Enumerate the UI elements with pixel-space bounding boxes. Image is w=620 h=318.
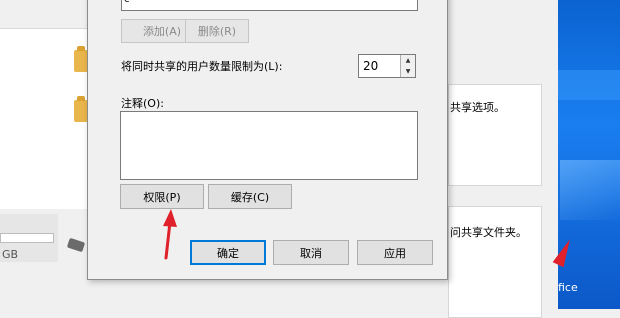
- drive-size-text: GB: [2, 248, 19, 261]
- desktop-icon-label: fice: [558, 281, 578, 294]
- remove-button[interactable]: 删除(R): [185, 19, 249, 43]
- ok-button[interactable]: 确定: [190, 240, 266, 265]
- share-name-item[interactable]: c: [124, 0, 130, 5]
- wallpaper-beam: [560, 160, 620, 220]
- apply-button[interactable]: 应用: [357, 240, 433, 265]
- comment-label: 注释(O):: [121, 97, 164, 110]
- user-limit-label: 将同时共享的用户数量限制为(L):: [121, 60, 283, 73]
- user-limit-value[interactable]: 20: [363, 59, 378, 73]
- comment-textarea[interactable]: [120, 111, 418, 180]
- permissions-button[interactable]: 权限(P): [120, 184, 204, 209]
- shared-folder-text: 问共享文件夹。: [450, 226, 527, 239]
- folder-icon[interactable]: [74, 46, 88, 72]
- sharing-options-text: 共享选项。: [450, 101, 505, 114]
- drive-usage-bar: [0, 233, 54, 243]
- desktop-wallpaper: [558, 0, 620, 309]
- spin-down-icon[interactable]: ▼: [401, 66, 415, 77]
- advanced-sharing-card: [448, 206, 542, 318]
- cancel-button[interactable]: 取消: [273, 240, 349, 265]
- cache-button[interactable]: 缓存(C): [208, 184, 292, 209]
- folder-icon[interactable]: [74, 96, 88, 122]
- spinner-buttons: ▲ ▼: [400, 55, 415, 77]
- user-limit-spinner[interactable]: 20 ▲ ▼: [358, 54, 416, 78]
- share-name-list[interactable]: [121, 0, 418, 11]
- wallpaper-light: [558, 70, 620, 100]
